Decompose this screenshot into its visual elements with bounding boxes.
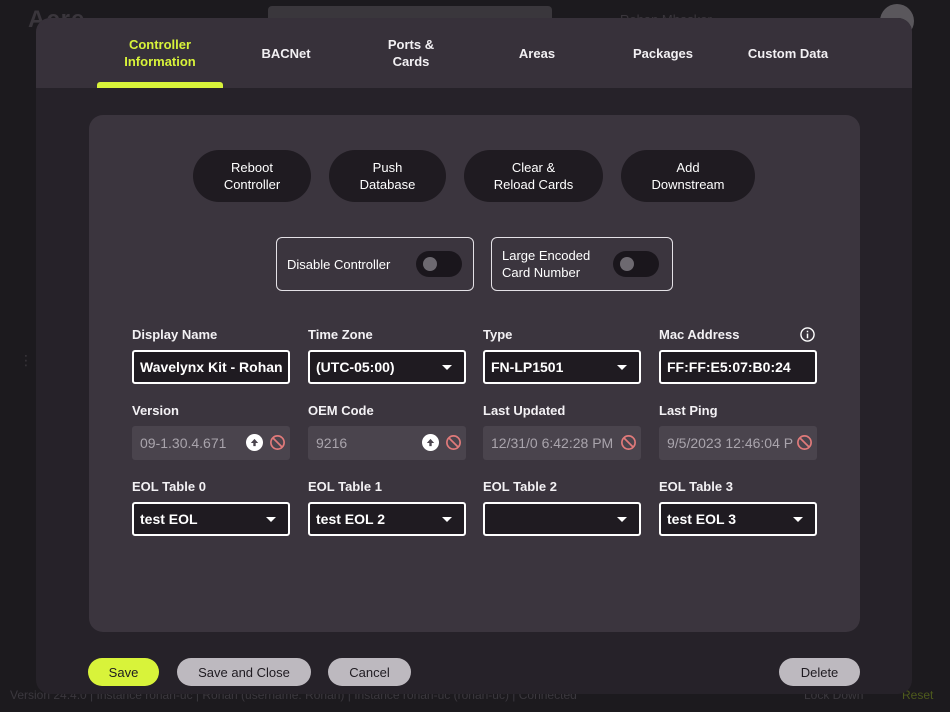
drag-handle-icon: ⋮ <box>19 352 33 368</box>
chevron-down-icon <box>617 517 627 522</box>
type-value: FN-LP1501 <box>491 359 564 375</box>
eol-table-1-value: test EOL 2 <box>316 511 385 527</box>
chevron-down-icon <box>617 365 627 370</box>
oem-code-value: 9216 <box>316 435 348 451</box>
push-database-button[interactable]: Push Database <box>329 150 446 202</box>
upload-icon[interactable] <box>246 434 263 451</box>
time-zone-value: (UTC-05:00) <box>316 359 395 375</box>
clear-reload-cards-button[interactable]: Clear & Reload Cards <box>464 150 603 202</box>
block-icon[interactable] <box>445 434 462 451</box>
oem-code-label: OEM Code <box>308 403 374 418</box>
disable-controller-toggle-group: Disable Controller <box>276 237 474 291</box>
eol-table-2-select[interactable] <box>483 502 641 536</box>
add-downstream-button[interactable]: Add Downstream <box>621 150 755 202</box>
eol-table-3-select[interactable]: test EOL 3 <box>659 502 817 536</box>
tab-areas[interactable]: Areas <box>474 18 600 88</box>
upload-icon[interactable] <box>422 434 439 451</box>
eol-table-3-label: EOL Table 3 <box>659 479 733 494</box>
version-field: 09-1.30.4.671 <box>132 426 290 460</box>
block-icon[interactable] <box>269 434 286 451</box>
eol-table-0-label: EOL Table 0 <box>132 479 206 494</box>
save-button[interactable]: Save <box>88 658 159 686</box>
display-name-input[interactable]: Wavelynx Kit - Rohan <box>132 350 290 384</box>
disable-controller-label: Disable Controller <box>287 256 391 272</box>
block-icon[interactable] <box>620 434 637 451</box>
delete-button[interactable]: Delete <box>779 658 860 686</box>
eol-table-3-value: test EOL 3 <box>667 511 736 527</box>
tab-packages[interactable]: Packages <box>600 18 726 88</box>
chevron-down-icon <box>793 517 803 522</box>
eol-table-1-select[interactable]: test EOL 2 <box>308 502 466 536</box>
cancel-button[interactable]: Cancel <box>328 658 411 686</box>
controller-info-panel: Reboot Controller Push Database Clear & … <box>89 115 860 632</box>
active-tab-indicator <box>97 82 223 88</box>
large-encoded-switch[interactable] <box>613 251 659 277</box>
eol-table-1-label: EOL Table 1 <box>308 479 382 494</box>
switch-knob <box>620 257 634 271</box>
reboot-controller-button[interactable]: Reboot Controller <box>193 150 311 202</box>
mac-address-label: Mac Address <box>659 327 740 342</box>
tab-bar: Controller Information BACNet Ports & Ca… <box>36 18 912 88</box>
eol-table-2-label: EOL Table 2 <box>483 479 557 494</box>
type-select[interactable]: FN-LP1501 <box>483 350 641 384</box>
last-ping-value: 9/5/2023 12:46:04 PM <box>667 435 793 451</box>
tab-controller-information[interactable]: Controller Information <box>97 18 223 88</box>
last-ping-field: 9/5/2023 12:46:04 PM <box>659 426 817 460</box>
last-updated-label: Last Updated <box>483 403 566 418</box>
eol-table-0-value: test EOL <box>140 511 198 527</box>
mac-address-input[interactable]: FF:FF:E5:07:B0:24 <box>659 350 817 384</box>
info-icon[interactable] <box>800 327 815 342</box>
controller-modal: Controller Information BACNet Ports & Ca… <box>36 18 912 694</box>
chevron-down-icon <box>442 365 452 370</box>
chevron-down-icon <box>266 517 276 522</box>
time-zone-label: Time Zone <box>308 327 373 342</box>
block-icon[interactable] <box>796 434 813 451</box>
last-ping-label: Last Ping <box>659 403 718 418</box>
version-label: Version <box>132 403 179 418</box>
last-updated-field: 12/31/0 6:42:28 PM <box>483 426 641 460</box>
tab-bacnet[interactable]: BACNet <box>223 18 349 88</box>
large-encoded-toggle-group: Large Encoded Card Number <box>491 237 673 291</box>
oem-code-field: 9216 <box>308 426 466 460</box>
save-and-close-button[interactable]: Save and Close <box>177 658 311 686</box>
last-updated-value: 12/31/0 6:42:28 PM <box>491 435 614 451</box>
version-value: 09-1.30.4.671 <box>140 435 227 451</box>
type-label: Type <box>483 327 513 342</box>
large-encoded-label: Large Encoded Card Number <box>502 248 591 280</box>
time-zone-select[interactable]: (UTC-05:00) <box>308 350 466 384</box>
switch-knob <box>423 257 437 271</box>
tab-ports-cards[interactable]: Ports & Cards <box>348 18 474 88</box>
chevron-down-icon <box>442 517 452 522</box>
disable-controller-switch[interactable] <box>416 251 462 277</box>
display-name-label: Display Name <box>132 327 218 342</box>
tab-custom-data[interactable]: Custom Data <box>725 18 851 88</box>
eol-table-0-select[interactable]: test EOL <box>132 502 290 536</box>
